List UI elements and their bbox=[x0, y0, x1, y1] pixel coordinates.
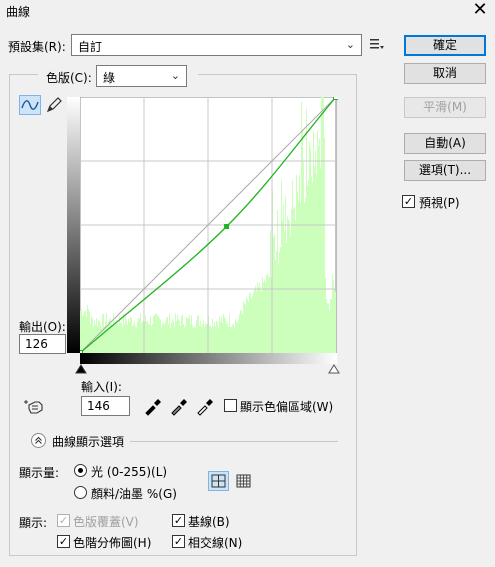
radio-pigment[interactable]: 顏料/油墨 %(G) bbox=[74, 485, 194, 501]
histogram-check-box[interactable]: ✓ bbox=[57, 535, 70, 548]
chevron-down-icon: ⌄ bbox=[345, 38, 355, 51]
pencil-icon[interactable] bbox=[44, 95, 64, 115]
channel-value: 綠 bbox=[103, 71, 116, 85]
collapse-icon[interactable] bbox=[31, 433, 46, 448]
channel-label: 色版(C): bbox=[46, 71, 92, 85]
intersection-checkbox[interactable]: ✓ 相交線(N) bbox=[172, 534, 262, 550]
baseline-checkbox[interactable]: ✓ 基線(B) bbox=[172, 513, 252, 529]
preset-value: 自訂 bbox=[78, 40, 103, 54]
endpoint-white[interactable] bbox=[333, 97, 339, 100]
channel-overlay-checkbox[interactable]: ✓ 色版覆蓋(V) bbox=[57, 513, 167, 529]
curve-display-options-label: 曲線顯示選項 bbox=[52, 435, 125, 449]
channel-overlay-check-box[interactable]: ✓ bbox=[57, 514, 70, 527]
radio-light-button[interactable] bbox=[74, 464, 87, 477]
input-gradient-bar bbox=[80, 353, 337, 364]
black-slider-icon[interactable] bbox=[75, 364, 87, 374]
channel-select[interactable]: 綠 ⌄ bbox=[96, 65, 187, 87]
white-slider-icon[interactable] bbox=[328, 364, 340, 374]
output-field[interactable]: 126 bbox=[19, 334, 66, 354]
show-clipping-check-box[interactable] bbox=[224, 399, 237, 412]
preview-checkbox[interactable]: ✓ 預視(P) bbox=[402, 194, 492, 210]
show-label: 顯示: bbox=[19, 516, 48, 530]
histogram-checkbox[interactable]: ✓ 色階分佈圖(H) bbox=[57, 534, 167, 550]
curve-graph[interactable] bbox=[80, 97, 338, 353]
show-clipping-label: 顯示色偏區域(W) bbox=[240, 400, 334, 414]
grid-4-icon[interactable] bbox=[208, 471, 229, 491]
preset-select[interactable]: 自訂 ⌄ bbox=[71, 34, 362, 56]
eyedropper-gray-icon[interactable] bbox=[169, 396, 189, 416]
list-menu-icon[interactable] bbox=[370, 38, 384, 53]
hand-adjust-icon[interactable] bbox=[21, 396, 45, 416]
input-label: 輸入(I): bbox=[81, 380, 122, 394]
intersection-label: 相交線(N) bbox=[188, 536, 243, 550]
chevron-down-icon: ⌄ bbox=[170, 69, 180, 82]
smooth-button[interactable]: 平滑(M) bbox=[404, 97, 486, 118]
options-button[interactable]: 選項(T)... bbox=[404, 160, 486, 181]
radio-light-label: 光 (0-255)(L) bbox=[91, 465, 168, 479]
baseline-check-box[interactable]: ✓ bbox=[172, 514, 185, 527]
section-divider bbox=[130, 441, 338, 442]
grid-10-icon[interactable] bbox=[233, 471, 254, 491]
output-label: 輸出(O): bbox=[19, 320, 66, 334]
radio-pigment-label: 顏料/油墨 %(G) bbox=[91, 487, 177, 501]
window-title: 曲線 bbox=[6, 5, 31, 19]
preview-label: 預視(P) bbox=[419, 196, 460, 210]
input-field[interactable]: 146 bbox=[81, 396, 130, 416]
auto-button[interactable]: 自動(A) bbox=[404, 133, 486, 154]
intersection-check-box[interactable]: ✓ bbox=[172, 535, 185, 548]
ok-button[interactable]: 確定 bbox=[404, 35, 486, 56]
curve-tool-icon[interactable] bbox=[19, 95, 41, 115]
preset-label: 預設集(R): bbox=[8, 40, 66, 54]
output-gradient-bar bbox=[67, 97, 80, 353]
cancel-button[interactable]: 取消 bbox=[404, 63, 486, 84]
eyedropper-black-icon[interactable] bbox=[143, 396, 163, 416]
show-clipping-checkbox[interactable]: 顯示色偏區域(W) bbox=[224, 398, 344, 414]
control-point[interactable] bbox=[224, 224, 230, 230]
histogram-label: 色階分佈圖(H) bbox=[73, 536, 152, 550]
preview-check-box[interactable]: ✓ bbox=[402, 195, 415, 208]
close-icon[interactable]: ✕ bbox=[468, 0, 492, 21]
baseline-label: 基線(B) bbox=[188, 515, 230, 529]
show-amount-label: 顯示量: bbox=[19, 466, 60, 480]
radio-light[interactable]: 光 (0-255)(L) bbox=[74, 463, 194, 479]
radio-pigment-button[interactable] bbox=[74, 486, 87, 499]
title-bar: 曲線 ✕ bbox=[0, 0, 495, 24]
eyedropper-white-icon[interactable] bbox=[195, 396, 215, 416]
channel-overlay-label: 色版覆蓋(V) bbox=[73, 515, 139, 529]
